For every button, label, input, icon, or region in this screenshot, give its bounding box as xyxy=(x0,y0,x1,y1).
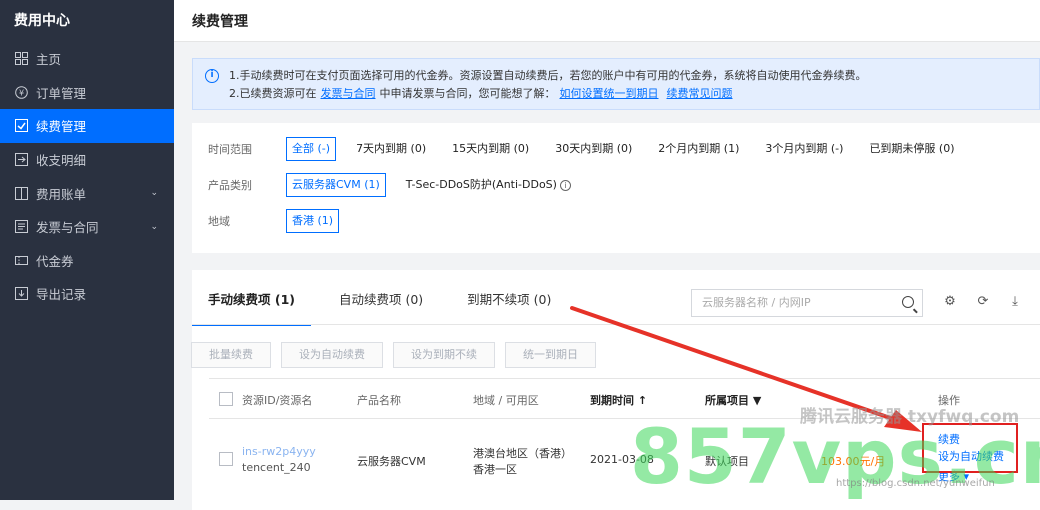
sidebar-item-home[interactable]: 主页 xyxy=(0,42,174,76)
tab-no-renewal[interactable]: 到期不续项 (0) xyxy=(451,270,567,324)
notice-text: 中申请发票与合同，您可能想了解： xyxy=(379,87,556,100)
sidebar-item-renewal[interactable]: 续费管理 xyxy=(0,109,174,143)
time-range-label: 时间范围 xyxy=(208,143,252,156)
chevron-down-icon: ⌄ xyxy=(150,221,158,232)
sidebar-item-label: 收支明细 xyxy=(36,153,87,169)
export-icon xyxy=(14,287,28,301)
bulk-renew-button[interactable]: 批量续费 xyxy=(191,342,271,368)
invoice-icon xyxy=(14,220,28,234)
sidebar-item-label: 订单管理 xyxy=(36,85,87,101)
set-no-renew-button[interactable]: 设为到期不续 xyxy=(393,342,495,368)
search-placeholder: 云服务器名称 / 内网IP xyxy=(702,296,811,309)
sidebar: 费用中心 主页 ¥ 订单管理 续费管理 收支明细 费用账单 ⌄ 发票与合同 ⌄ … xyxy=(0,0,174,500)
column-header: 地域 / 可用区 xyxy=(473,394,539,407)
ledger-icon xyxy=(14,153,28,167)
page-title: 续费管理 xyxy=(174,0,1040,42)
tab-bar: 手动续费项 (1) 自动续费项 (0) 到期不续项 (0) xyxy=(192,270,567,326)
filter-project-header[interactable]: 所属项目 ▼ xyxy=(705,392,761,408)
resource-id-link[interactable]: ins-rw2p4yyy xyxy=(242,445,316,458)
product-name: 云服务器CVM xyxy=(357,455,426,468)
settings-gear-icon[interactable]: ⚙ xyxy=(942,294,958,310)
column-header: 资源ID/资源名 xyxy=(242,394,313,407)
region-filter: 地域 香港 (1) xyxy=(208,209,353,233)
unify-expiry-button[interactable]: 统一到期日 xyxy=(505,342,596,368)
invoice-contract-link[interactable]: 发票与合同 xyxy=(321,87,376,100)
chevron-down-icon: ⌄ xyxy=(150,188,158,199)
sidebar-item-label: 主页 xyxy=(36,52,62,68)
column-header: 产品名称 xyxy=(357,394,401,407)
sidebar-item-vouchers[interactable]: 代金券 xyxy=(0,244,174,278)
tab-manual-renewal[interactable]: 手动续费项 (1) xyxy=(192,270,311,326)
region-option-hk[interactable]: 香港 (1) xyxy=(286,209,340,233)
region-label: 地域 xyxy=(208,215,230,228)
zone: 香港一区 xyxy=(473,463,517,476)
divider xyxy=(192,324,1040,325)
time-option-7d[interactable]: 7天内到期 (0) xyxy=(350,137,432,161)
renewal-faq-link[interactable]: 续费常见问题 xyxy=(667,87,733,100)
time-option-3m[interactable]: 3个月内到期 (-) xyxy=(759,137,849,161)
time-option-30d[interactable]: 30天内到期 (0) xyxy=(549,137,638,161)
voucher-icon xyxy=(14,253,28,267)
download-icon[interactable]: ⤓ xyxy=(1007,294,1023,310)
bulk-actions: 批量续费 设为自动续费 设为到期不续 统一到期日 xyxy=(191,342,606,368)
chip-label: T-Sec-DDoS防护(Anti-DDoS) xyxy=(405,178,557,191)
sidebar-item-exports[interactable]: 导出记录 xyxy=(0,277,174,311)
sidebar-item-label: 导出记录 xyxy=(36,287,87,303)
resource-name: tencent_240 xyxy=(242,461,311,474)
notice-line-2: 2.已续费资源可在 发票与合同 中申请发票与合同，您可能想了解： 如何设置统一到期日续… xyxy=(229,85,1029,103)
unified-expiry-help-link[interactable]: 如何设置统一到期日 xyxy=(560,87,659,100)
time-option-15d[interactable]: 15天内到期 (0) xyxy=(446,137,535,161)
notice-text: 2.已续费资源可在 xyxy=(229,87,317,100)
time-option-expired[interactable]: 已到期未停服 (0) xyxy=(863,137,960,161)
tab-auto-renewal[interactable]: 自动续费项 (0) xyxy=(323,270,439,324)
refresh-icon[interactable]: ⟳ xyxy=(975,294,991,310)
region: 港澳台地区（香港） xyxy=(473,447,572,460)
time-range-filter: 时间范围 全部 (-) 7天内到期 (0) 15天内到期 (0) 30天内到期 … xyxy=(208,137,975,161)
set-auto-renew-button[interactable]: 设为自动续费 xyxy=(281,342,383,368)
sidebar-item-label: 费用账单 xyxy=(36,186,87,202)
watermark-url: https://blog.csdn.net/yunweifun xyxy=(836,478,995,489)
bill-icon xyxy=(14,186,28,200)
renew-icon xyxy=(14,119,28,133)
info-notice: i 1.手动续费时可在支付页面选择可用的代金券。资源设置自动续费后，若您的账户中… xyxy=(192,58,1040,110)
info-circle-icon[interactable]: i xyxy=(559,180,571,191)
sidebar-item-invoices[interactable]: 发票与合同 ⌄ xyxy=(0,210,174,244)
time-option-all[interactable]: 全部 (-) xyxy=(286,137,337,161)
product-filter: 产品类别 云服务器CVM (1) T-Sec-DDoS防护(Anti-DDoS)… xyxy=(208,173,591,197)
sidebar-item-label: 发票与合同 xyxy=(36,220,99,236)
product-option-cvm[interactable]: 云服务器CVM (1) xyxy=(286,173,386,197)
filter-panel: 时间范围 全部 (-) 7天内到期 (0) 15天内到期 (0) 30天内到期 … xyxy=(192,123,1040,253)
row-checkbox[interactable] xyxy=(219,452,233,466)
grid-icon xyxy=(14,52,28,66)
sidebar-item-orders[interactable]: ¥ 订单管理 xyxy=(0,76,174,110)
sidebar-item-label: 续费管理 xyxy=(36,119,87,135)
product-label: 产品类别 xyxy=(208,179,252,192)
yen-circle-icon: ¥ xyxy=(14,85,28,99)
select-all-checkbox[interactable] xyxy=(219,392,233,406)
svg-text:¥: ¥ xyxy=(18,88,23,97)
product-option-ddos[interactable]: T-Sec-DDoS防护(Anti-DDoS) i xyxy=(400,173,577,197)
sidebar-item-label: 代金券 xyxy=(36,253,74,269)
sidebar-item-bills[interactable]: 费用账单 ⌄ xyxy=(0,176,174,210)
info-icon: i xyxy=(205,69,219,83)
time-option-2m[interactable]: 2个月内到期 (1) xyxy=(652,137,745,161)
sort-expiry-header[interactable]: 到期时间 ↑ xyxy=(590,392,647,408)
sidebar-item-transactions[interactable]: 收支明细 xyxy=(0,143,174,177)
notice-line-1: 1.手动续费时可在支付页面选择可用的代金券。资源设置自动续费后，若您的账户中有可… xyxy=(229,69,867,82)
search-icon[interactable] xyxy=(902,296,914,308)
search-input[interactable]: 云服务器名称 / 内网IP xyxy=(691,289,923,317)
sidebar-title: 费用中心 xyxy=(14,13,70,29)
